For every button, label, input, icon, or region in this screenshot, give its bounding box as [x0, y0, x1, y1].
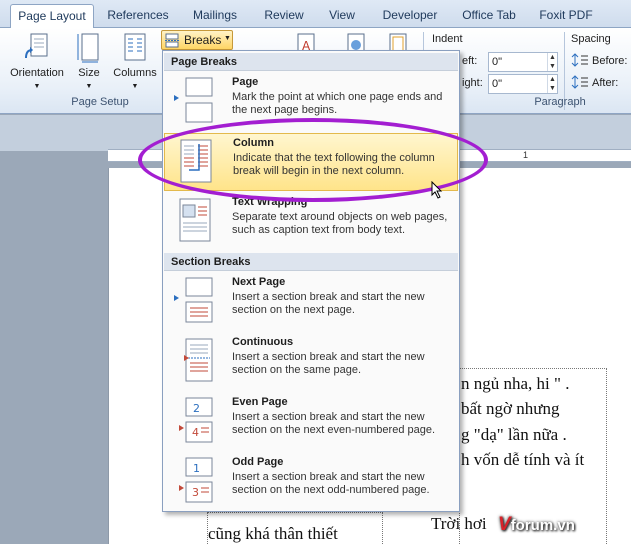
page-break-icon [174, 77, 213, 123]
menu-item-title: Continuous [232, 336, 294, 348]
mouse-cursor-icon [431, 181, 443, 199]
breaks-label: Breaks [184, 33, 222, 47]
doc-line: Trời hơi [431, 514, 487, 533]
menu-item-title: Even Page [232, 396, 288, 408]
tab-page-layout[interactable]: Page Layout [10, 4, 94, 29]
menu-item-even-page[interactable]: 2 4 Even Page Insert a section break and… [164, 393, 458, 451]
paragraph-group-label: Paragraph [534, 96, 586, 108]
spacing-label: Spacing [571, 33, 611, 45]
menu-item-description: Insert a section break and start the new… [232, 471, 430, 496]
menu-item-description: Mark the point at which one page ends an… [232, 91, 443, 116]
odd-page-icon: 1 3 [179, 457, 213, 503]
svg-text:1: 1 [193, 462, 200, 475]
tab-foxit-pdf[interactable]: Foxit PDF [534, 4, 598, 28]
doc-line: cũng khá thân thiết [208, 524, 338, 543]
watermark-text: forum.vn [510, 517, 575, 534]
spacing-after-icon [571, 75, 588, 89]
section-breaks-header: Section Breaks [164, 253, 458, 271]
menu-item-odd-page[interactable]: 1 3 Odd Page Insert a section break and … [164, 453, 458, 511]
text-wrapping-icon [179, 198, 211, 242]
indent-right-value: 0" [492, 78, 503, 90]
indent-left-spinner-icon[interactable]: ▲ ▼ [547, 53, 557, 71]
spacing-before-icon [571, 53, 588, 67]
even-page-icon: 2 4 [179, 397, 213, 443]
watermark-v: V [498, 514, 511, 535]
columns-icon [124, 33, 146, 61]
next-page-icon [174, 277, 213, 323]
doc-line: bất ngờ nhưng [461, 399, 560, 418]
orientation-button[interactable]: Orientation ▼ [4, 32, 70, 91]
indent-right-spinner-icon[interactable]: ▲ ▼ [547, 75, 557, 93]
menu-item-description: Insert a section break and start the new… [232, 291, 425, 316]
ribbon-tab-bar: Page Layout References Mailings Review V… [0, 0, 631, 29]
size-button[interactable]: Size ▼ [74, 32, 104, 91]
size-label: Size [78, 67, 100, 79]
size-icon [77, 33, 99, 63]
tab-review[interactable]: Review [258, 4, 310, 28]
tab-mailings[interactable]: Mailings [184, 4, 246, 28]
breaks-button[interactable]: Breaks ▼ [161, 30, 233, 50]
orientation-label: Orientation [10, 67, 64, 79]
menu-item-description: Insert a section break and start the new… [232, 351, 425, 376]
indent-left-value: 0" [492, 56, 503, 68]
columns-label: Columns [113, 67, 157, 79]
page-breaks-header: Page Breaks [164, 53, 458, 71]
svg-text:2: 2 [193, 402, 200, 415]
svg-text:3: 3 [192, 486, 199, 499]
menu-item-title: Page [232, 76, 259, 88]
doc-line: g "dạ" lần nữa . [461, 425, 567, 444]
svg-text:4: 4 [192, 426, 199, 439]
indent-label: Indent [432, 33, 463, 45]
site-watermark: Vforum.vn [498, 514, 575, 536]
continuous-icon [184, 338, 213, 382]
menu-item-title: Next Page [232, 276, 286, 288]
tab-office-tab[interactable]: Office Tab [456, 4, 522, 28]
doc-line: n ngủ nha, hi " . [461, 374, 570, 393]
ruler-mark: 1 [523, 150, 529, 160]
page-setup-group-label: Page Setup [71, 96, 129, 108]
breaks-icon [165, 33, 180, 48]
tab-view[interactable]: View [322, 4, 362, 28]
columns-button[interactable]: Columns ▼ [110, 32, 160, 91]
indent-left-input[interactable]: 0" ▲ ▼ [488, 52, 558, 72]
menu-item-title: Odd Page [232, 456, 284, 468]
breaks-dropdown-icon: ▼ [224, 35, 231, 42]
indent-right-label: ight: [462, 77, 483, 89]
menu-item-description: Insert a section break and start the new… [232, 411, 436, 436]
indent-left-label: eft: [462, 55, 478, 67]
spacing-after-label: After: [592, 77, 619, 89]
menu-item-continuous[interactable]: Continuous Insert a section break and st… [164, 333, 458, 391]
menu-item-next-page[interactable]: Next Page Insert a section break and sta… [164, 273, 458, 331]
doc-line: h vốn dễ tính và ít [461, 450, 585, 469]
tab-developer[interactable]: Developer [376, 4, 444, 28]
spacing-before-label: Before: [592, 55, 628, 67]
tab-references[interactable]: References [100, 4, 176, 28]
indent-right-input[interactable]: 0" ▲ ▼ [488, 74, 558, 94]
menu-item-description: Separate text around objects on web page… [232, 211, 448, 236]
orientation-icon [25, 33, 48, 59]
